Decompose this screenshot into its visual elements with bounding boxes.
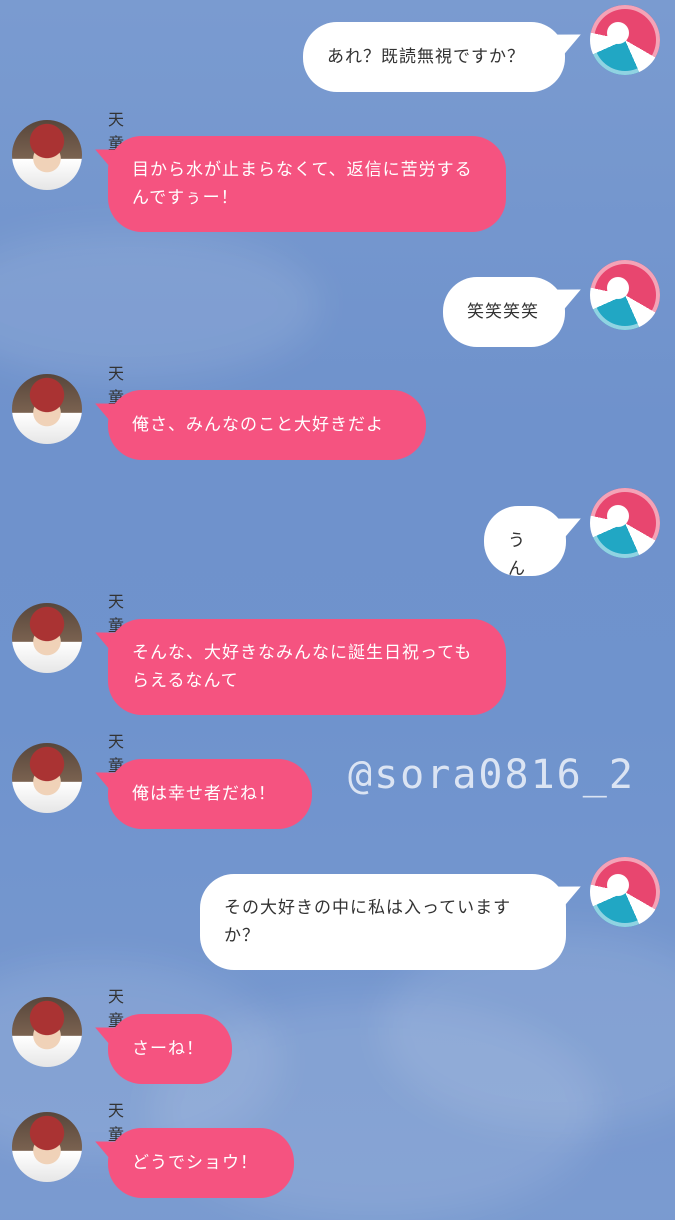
volleyball-icon[interactable]	[590, 5, 660, 75]
tendo-avatar-icon[interactable]	[12, 374, 82, 444]
their-message-bubble[interactable]: どうでショウ！	[108, 1128, 294, 1198]
their-message-bubble[interactable]: そんな、大好きなみんなに誕生日祝ってもらえるなんて	[108, 619, 506, 715]
volleyball-icon[interactable]	[590, 260, 660, 330]
their-message-bubble[interactable]: さーね！	[108, 1014, 232, 1084]
their-message-bubble[interactable]: 目から水が止まらなくて、返信に苦労するんですぅー！	[108, 136, 506, 232]
my-message-bubble[interactable]: その大好きの中に私は入っていますか？	[200, 874, 566, 970]
tendo-avatar-icon[interactable]	[12, 120, 82, 190]
their-message-bubble[interactable]: 俺は幸せ者だね！	[108, 759, 312, 829]
tendo-avatar-icon[interactable]	[12, 603, 82, 673]
their-message-bubble[interactable]: 俺さ、みんなのこと大好きだよ	[108, 390, 426, 460]
my-message-bubble[interactable]: 笑笑笑笑	[443, 277, 565, 347]
tendo-avatar-icon[interactable]	[12, 1112, 82, 1182]
volleyball-icon[interactable]	[590, 488, 660, 558]
tendo-avatar-icon[interactable]	[12, 997, 82, 1067]
my-message-bubble[interactable]: あれ？既読無視ですか？	[303, 22, 565, 92]
volleyball-icon[interactable]	[590, 857, 660, 927]
watermark: @sora0816_2	[348, 752, 635, 798]
tendo-avatar-icon[interactable]	[12, 743, 82, 813]
